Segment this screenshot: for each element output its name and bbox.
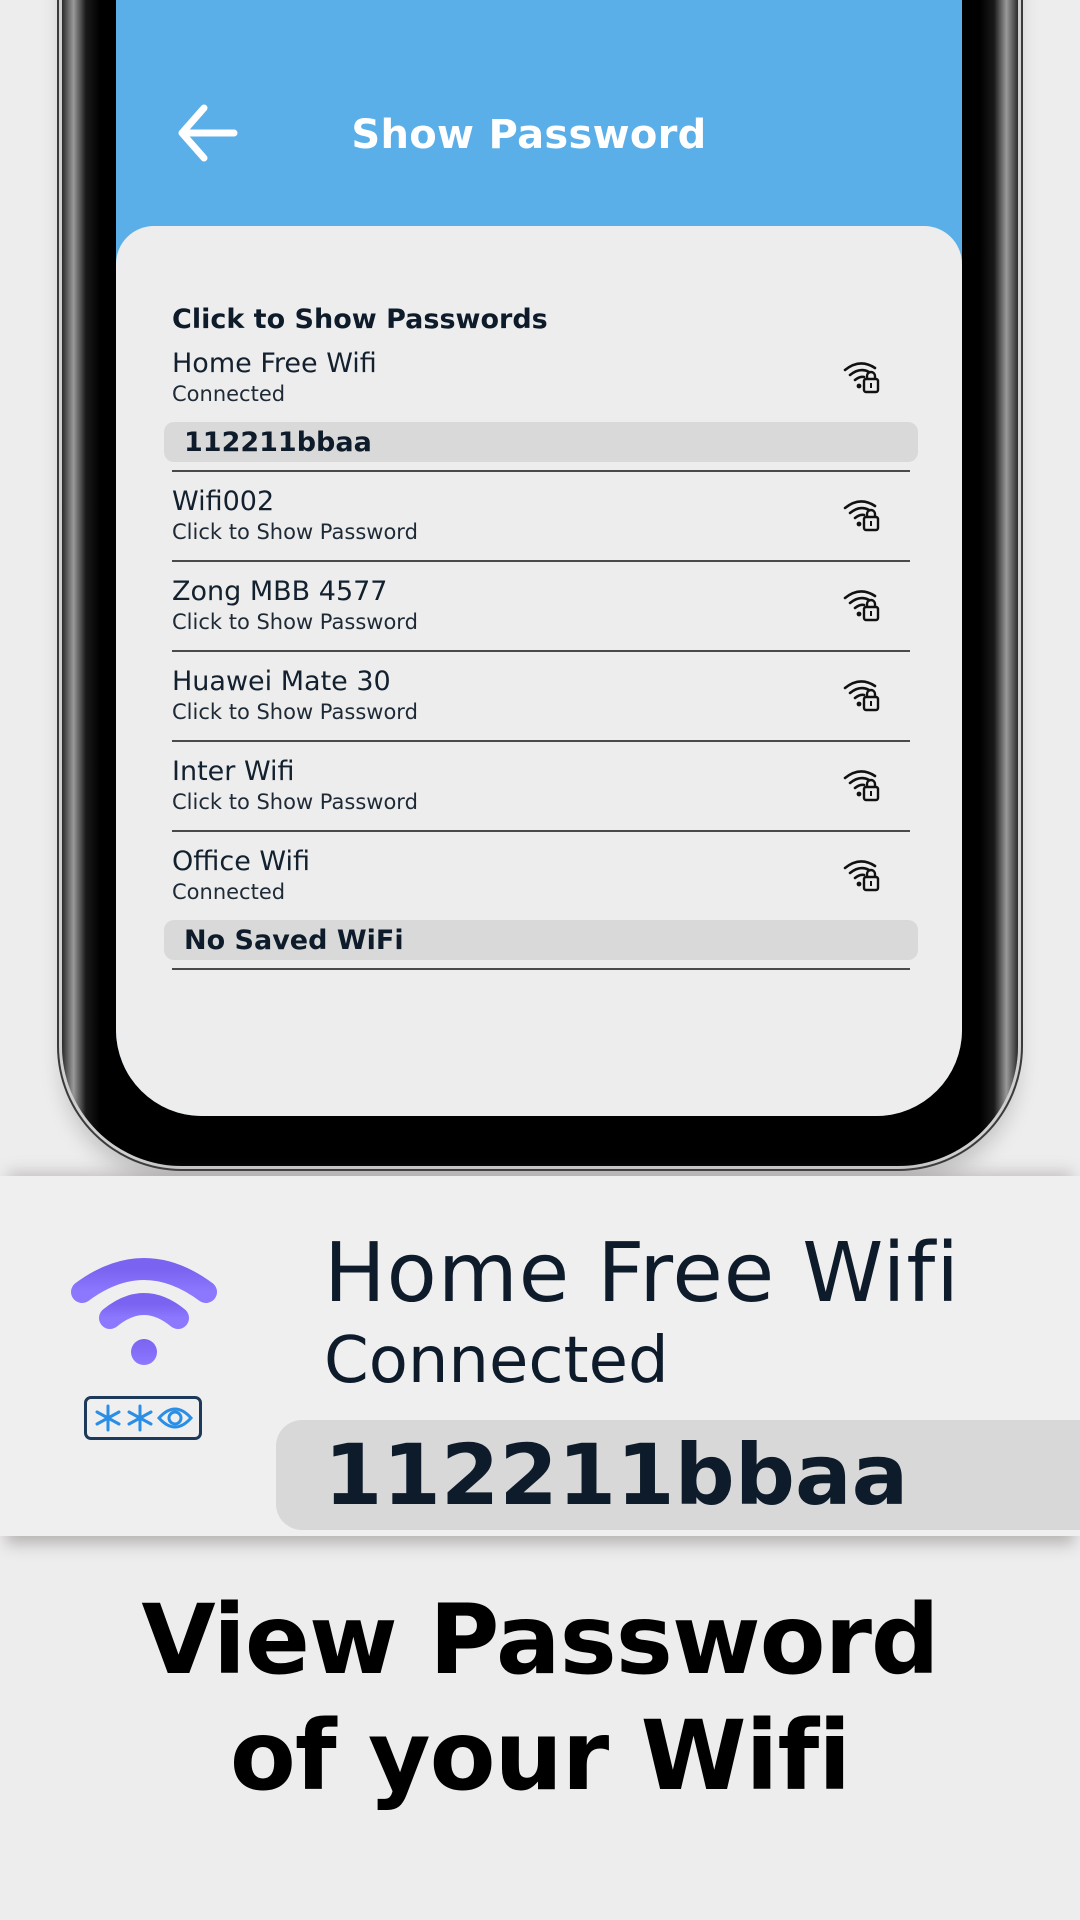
wifi-list-item[interactable]: Office Wifi Connected No Saved WiFi bbox=[160, 846, 922, 970]
divider bbox=[172, 830, 910, 832]
phone-mockup: Show Password Click to Show Passwords Ho… bbox=[62, 0, 1018, 1166]
content-panel: Click to Show Passwords Home Free Wifi C… bbox=[116, 226, 962, 1116]
wifi-status: Click to Show Password bbox=[172, 520, 418, 544]
password-display: No Saved WiFi bbox=[164, 920, 918, 960]
wifi-item-body[interactable]: Zong MBB 4577 Click to Show Password bbox=[172, 576, 910, 642]
zoomed-wifi-card: Home Free Wifi Connected 112211bbaa bbox=[0, 1176, 1080, 1536]
app-header: Show Password bbox=[116, 0, 962, 226]
phone-screen: Show Password Click to Show Passwords Ho… bbox=[116, 0, 962, 1116]
password-display: 112211bbaa bbox=[164, 422, 918, 462]
wifi-list-item[interactable]: Huawei Mate 30 Click to Show Password bbox=[160, 666, 922, 742]
wifi-list: Home Free Wifi Connected 112211bbaa Wifi… bbox=[160, 348, 922, 970]
zoomed-password-display: 112211bbaa bbox=[276, 1420, 1080, 1530]
wifi-list-item[interactable]: Inter Wifi Click to Show Password bbox=[160, 756, 922, 832]
wifi-item-body[interactable]: Wifi002 Click to Show Password bbox=[172, 486, 910, 552]
wifi-lock-icon bbox=[843, 362, 880, 394]
wifi-name: Inter Wifi bbox=[172, 756, 295, 787]
wifi-lock-icon bbox=[843, 860, 880, 892]
zoomed-wifi-name: Home Free Wifi bbox=[324, 1226, 961, 1321]
wifi-name: Huawei Mate 30 bbox=[172, 666, 391, 697]
wifi-lock-icon bbox=[843, 500, 880, 532]
wifi-item-body[interactable]: Home Free Wifi Connected bbox=[172, 348, 910, 414]
divider bbox=[172, 560, 910, 562]
caption-line-2: of your Wifi bbox=[229, 1700, 851, 1812]
wifi-status: Connected bbox=[172, 382, 286, 406]
password-reveal-icon bbox=[84, 1396, 202, 1440]
wifi-status: Click to Show Password bbox=[172, 700, 418, 724]
divider bbox=[172, 650, 910, 652]
wifi-name: Home Free Wifi bbox=[172, 348, 377, 379]
wifi-item-body[interactable]: Huawei Mate 30 Click to Show Password bbox=[172, 666, 910, 732]
wifi-icon bbox=[71, 1258, 217, 1365]
wifi-name: Office Wifi bbox=[172, 846, 311, 877]
section-title: Click to Show Passwords bbox=[172, 304, 548, 335]
page-title: Show Password bbox=[351, 112, 707, 158]
divider bbox=[172, 470, 910, 472]
zoomed-wifi-status: Connected bbox=[324, 1324, 669, 1398]
wifi-list-item[interactable]: Zong MBB 4577 Click to Show Password bbox=[160, 576, 922, 652]
promo-caption: View Password of your Wifi bbox=[0, 1582, 1080, 1814]
divider bbox=[172, 968, 910, 970]
wifi-name: Zong MBB 4577 bbox=[172, 576, 388, 607]
divider bbox=[172, 740, 910, 742]
wifi-status: Click to Show Password bbox=[172, 610, 418, 634]
wifi-list-item[interactable]: Wifi002 Click to Show Password bbox=[160, 486, 922, 562]
wifi-list-item[interactable]: Home Free Wifi Connected 112211bbaa bbox=[160, 348, 922, 472]
wifi-item-body[interactable]: Inter Wifi Click to Show Password bbox=[172, 756, 910, 822]
wifi-item-body[interactable]: Office Wifi Connected bbox=[172, 846, 910, 912]
wifi-lock-icon bbox=[843, 770, 880, 802]
eye-icon bbox=[157, 1407, 193, 1429]
wifi-lock-icon bbox=[843, 590, 880, 622]
asterisk-icon bbox=[127, 1404, 153, 1432]
asterisk-icon bbox=[95, 1404, 121, 1432]
caption-line-1: View Password bbox=[141, 1584, 939, 1696]
wifi-name: Wifi002 bbox=[172, 486, 275, 517]
wifi-status: Click to Show Password bbox=[172, 790, 418, 814]
wifi-lock-icon bbox=[843, 680, 880, 712]
wifi-status: Connected bbox=[172, 880, 286, 904]
